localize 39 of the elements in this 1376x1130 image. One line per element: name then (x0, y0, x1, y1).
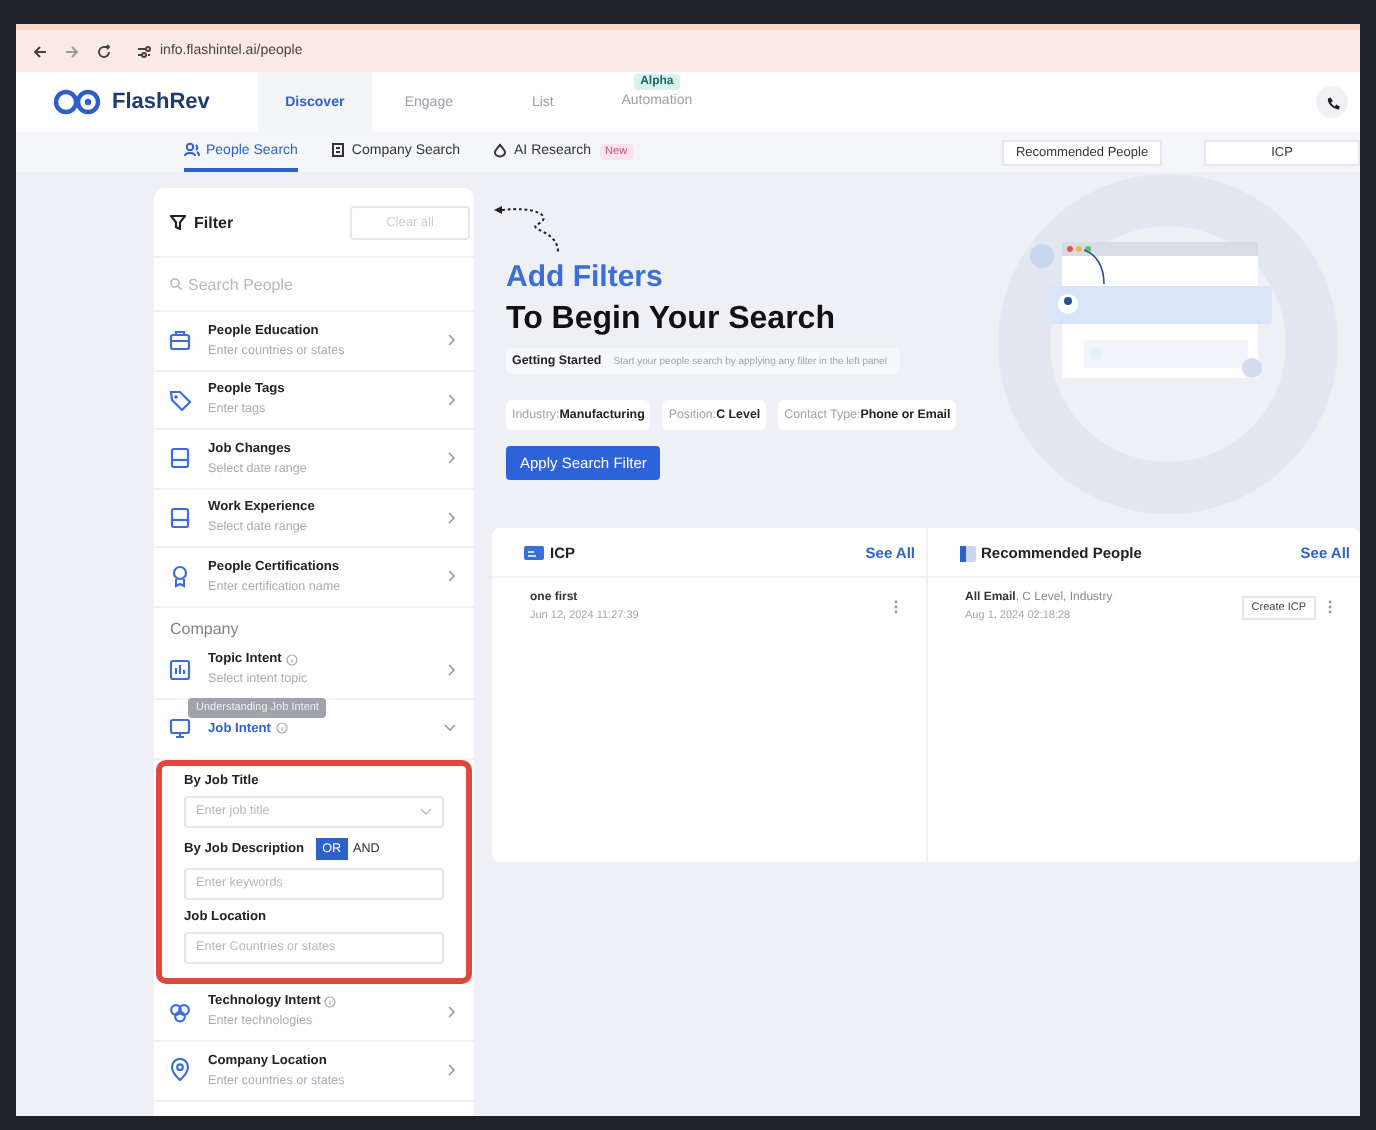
hero-title: Add Filters (506, 260, 665, 294)
chevron-right-icon (448, 334, 456, 347)
brand-name: FlashRev (112, 90, 210, 114)
dashed-arrow (494, 204, 560, 254)
badge-icon (168, 564, 192, 589)
site-settings-icon (136, 43, 152, 59)
filter-icon (170, 214, 186, 230)
calendar-icon (168, 505, 192, 530)
chart-icon (168, 657, 192, 682)
id-card-icon (524, 544, 544, 560)
filter-title: Filter (194, 213, 234, 231)
section-heading: Company (168, 617, 241, 641)
reload-icon[interactable] (96, 43, 112, 59)
chevron-right-icon (448, 393, 456, 406)
chevron-right-icon (448, 452, 456, 465)
phone-button[interactable] (1316, 86, 1348, 118)
phone-icon (1325, 95, 1339, 109)
info-icon (285, 653, 298, 666)
chevron-right-icon (448, 1005, 456, 1018)
tag-icon (168, 387, 192, 412)
location-pin-icon (168, 1058, 192, 1083)
chevron-right-icon (448, 1064, 456, 1077)
search-icon (170, 278, 182, 290)
info-icon (275, 722, 288, 735)
chevron-right-icon (448, 663, 456, 676)
info-icon (324, 995, 337, 1008)
briefcase-icon (168, 328, 192, 353)
circles-icon (168, 999, 192, 1024)
chevron-down-icon (420, 807, 432, 815)
people-icon (184, 142, 200, 158)
back-icon[interactable] (32, 43, 48, 59)
logo-icon (52, 88, 104, 116)
monitor-icon (168, 716, 192, 741)
calendar-icon (168, 446, 192, 471)
hero-subtitle: To Begin Your Search (506, 302, 837, 338)
chevron-right-icon (448, 570, 456, 583)
building-icon (329, 142, 346, 158)
chevron-down-icon (444, 724, 456, 733)
chevron-right-icon (448, 511, 456, 524)
